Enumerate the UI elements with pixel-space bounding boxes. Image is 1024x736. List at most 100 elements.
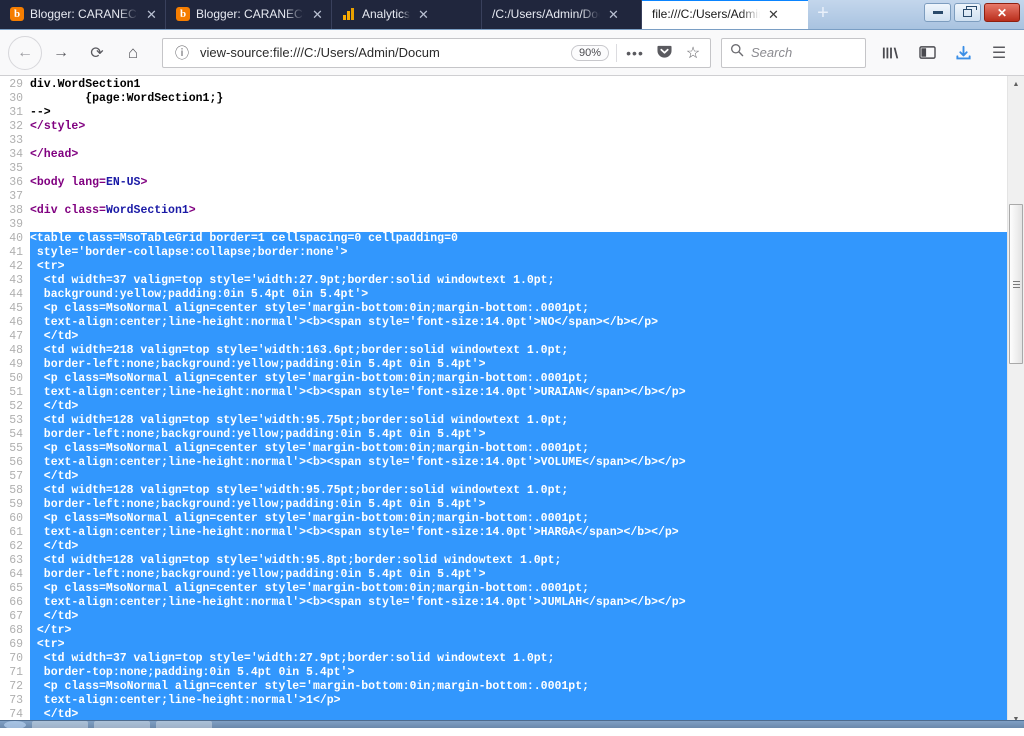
source-code-pane[interactable]: 29div.WordSection130 {page:WordSection1;… bbox=[0, 76, 1007, 728]
tab-close-icon[interactable]: ✕ bbox=[416, 8, 429, 21]
line-number: 35 bbox=[0, 162, 30, 176]
taskbar-item[interactable] bbox=[94, 721, 150, 728]
new-tab-button[interactable]: + bbox=[808, 0, 838, 29]
forward-button[interactable]: → bbox=[44, 36, 78, 70]
zoom-level-indicator[interactable]: 90% bbox=[571, 45, 609, 61]
source-line-text: <body lang=EN-US> bbox=[30, 176, 1007, 190]
source-line-text: div.WordSection1 bbox=[30, 78, 1007, 92]
library-icon[interactable] bbox=[874, 36, 908, 70]
page-actions-icon[interactable]: ••• bbox=[624, 45, 646, 61]
pocket-icon[interactable] bbox=[653, 44, 675, 62]
tab-title: /C:/Users/Admin/Docum bbox=[492, 7, 600, 21]
downloads-icon[interactable] bbox=[946, 36, 980, 70]
line-number: 32 bbox=[0, 120, 30, 134]
restore-button[interactable] bbox=[954, 3, 981, 22]
address-bar-text: view-source:file:///C:/Users/Admin/Docum bbox=[200, 45, 564, 60]
source-line-text-selected: </td> bbox=[30, 540, 1007, 554]
home-button[interactable]: ⌂ bbox=[116, 36, 150, 70]
source-line: 62 </td> bbox=[0, 540, 1007, 554]
toolbar-right-buttons: ☰ bbox=[874, 36, 1016, 70]
source-line-text bbox=[30, 162, 1007, 176]
scroll-up-arrow[interactable]: ▲ bbox=[1008, 76, 1024, 93]
source-line: 65 <p class=MsoNormal align=center style… bbox=[0, 582, 1007, 596]
tab-close-icon[interactable]: ✕ bbox=[606, 8, 619, 21]
source-line-text bbox=[30, 190, 1007, 204]
tab-list: Blogger: CARANECO✕Blogger: CARANECO✕Anal… bbox=[0, 0, 808, 29]
line-number: 29 bbox=[0, 78, 30, 92]
browser-tab[interactable]: Blogger: CARANECO✕ bbox=[166, 0, 332, 29]
windows-taskbar[interactable] bbox=[0, 720, 1024, 728]
source-line: 42 <tr> bbox=[0, 260, 1007, 274]
source-line: 35 bbox=[0, 162, 1007, 176]
toolbar-divider bbox=[616, 44, 617, 62]
vertical-scrollbar[interactable]: ▲ ▼ bbox=[1007, 76, 1024, 728]
identity-info-icon[interactable]: ⓘ bbox=[171, 43, 193, 63]
line-number: 55 bbox=[0, 442, 30, 456]
taskbar-item[interactable] bbox=[32, 721, 88, 728]
minimize-button[interactable] bbox=[924, 3, 951, 22]
source-line-text-selected: border-left:none;background:yellow;paddi… bbox=[30, 498, 1007, 512]
address-bar[interactable]: ⓘ view-source:file:///C:/Users/Admin/Doc… bbox=[162, 38, 711, 68]
search-placeholder-text: Search bbox=[751, 45, 792, 60]
minimize-icon bbox=[933, 11, 943, 14]
tab-close-icon[interactable]: ✕ bbox=[766, 8, 779, 21]
source-line: 51 text-align:center;line-height:normal'… bbox=[0, 386, 1007, 400]
source-line-text-selected: text-align:center;line-height:normal'>1<… bbox=[30, 694, 1007, 708]
source-line: 59 border-left:none;background:yellow;pa… bbox=[0, 498, 1007, 512]
page-content-view-source: 29div.WordSection130 {page:WordSection1;… bbox=[0, 76, 1024, 728]
start-button[interactable] bbox=[4, 721, 26, 729]
tab-close-icon[interactable]: ✕ bbox=[144, 8, 157, 21]
line-number: 49 bbox=[0, 358, 30, 372]
back-button[interactable]: ← bbox=[8, 36, 42, 70]
line-number: 63 bbox=[0, 554, 30, 568]
search-box[interactable]: Search bbox=[721, 38, 866, 68]
source-line-text-selected: <td width=37 valign=top style='width:27.… bbox=[30, 274, 1007, 288]
close-button[interactable]: ✕ bbox=[984, 3, 1020, 22]
source-line: 43 <td width=37 valign=top style='width:… bbox=[0, 274, 1007, 288]
line-number: 39 bbox=[0, 218, 30, 232]
source-line-text-selected: text-align:center;line-height:normal'><b… bbox=[30, 316, 1007, 330]
reload-button[interactable]: ⟳ bbox=[80, 36, 114, 70]
source-line: 52 </td> bbox=[0, 400, 1007, 414]
line-number: 52 bbox=[0, 400, 30, 414]
line-number: 46 bbox=[0, 316, 30, 330]
source-line-text: </head> bbox=[30, 148, 1007, 162]
line-number: 50 bbox=[0, 372, 30, 386]
source-line-text-selected: <tr> bbox=[30, 260, 1007, 274]
line-number: 43 bbox=[0, 274, 30, 288]
source-line: 56 text-align:center;line-height:normal'… bbox=[0, 456, 1007, 470]
source-line: 54 border-left:none;background:yellow;pa… bbox=[0, 428, 1007, 442]
app-menu-button[interactable]: ☰ bbox=[982, 36, 1016, 70]
source-line-text-selected: <td width=128 valign=top style='width:95… bbox=[30, 484, 1007, 498]
source-line: 63 <td width=128 valign=top style='width… bbox=[0, 554, 1007, 568]
line-number: 30 bbox=[0, 92, 30, 106]
source-line-text-selected: <tr> bbox=[30, 638, 1007, 652]
taskbar-item[interactable] bbox=[156, 721, 212, 728]
browser-tab[interactable]: /C:/Users/Admin/Docum ✕ bbox=[482, 0, 642, 29]
browser-tab[interactable]: Blogger: CARANECO✕ bbox=[0, 0, 166, 29]
analytics-favicon-icon bbox=[342, 7, 356, 21]
source-line: 71 border-top:none;padding:0in 5.4pt 0in… bbox=[0, 666, 1007, 680]
source-line: 57 </td> bbox=[0, 470, 1007, 484]
tab-close-icon[interactable]: ✕ bbox=[310, 8, 323, 21]
source-line: 37 bbox=[0, 190, 1007, 204]
source-line-text-selected: border-left:none;background:yellow;paddi… bbox=[30, 428, 1007, 442]
source-line-text-selected: border-left:none;background:yellow;paddi… bbox=[30, 568, 1007, 582]
browser-tab[interactable]: Analytics✕ bbox=[332, 0, 482, 29]
tab-title: file:///C:/Users/Admin/D bbox=[652, 7, 760, 21]
line-number: 64 bbox=[0, 568, 30, 582]
source-line: 46 text-align:center;line-height:normal'… bbox=[0, 316, 1007, 330]
source-line: 34</head> bbox=[0, 148, 1007, 162]
browser-tab-strip: Blogger: CARANECO✕Blogger: CARANECO✕Anal… bbox=[0, 0, 1024, 30]
source-line-text-selected: <td width=37 valign=top style='width:27.… bbox=[30, 652, 1007, 666]
blogger-favicon-icon bbox=[10, 7, 24, 21]
source-line-text: </style> bbox=[30, 120, 1007, 134]
browser-tab[interactable]: file:///C:/Users/Admin/D ✕ bbox=[642, 0, 808, 29]
source-line: 68 </tr> bbox=[0, 624, 1007, 638]
line-number: 73 bbox=[0, 694, 30, 708]
bookmark-star-icon[interactable]: ☆ bbox=[682, 43, 704, 63]
source-line-text-selected: <p class=MsoNormal align=center style='m… bbox=[30, 512, 1007, 526]
sidebar-icon[interactable] bbox=[910, 36, 944, 70]
source-line: 60 <p class=MsoNormal align=center style… bbox=[0, 512, 1007, 526]
scrollbar-thumb[interactable] bbox=[1009, 204, 1023, 364]
